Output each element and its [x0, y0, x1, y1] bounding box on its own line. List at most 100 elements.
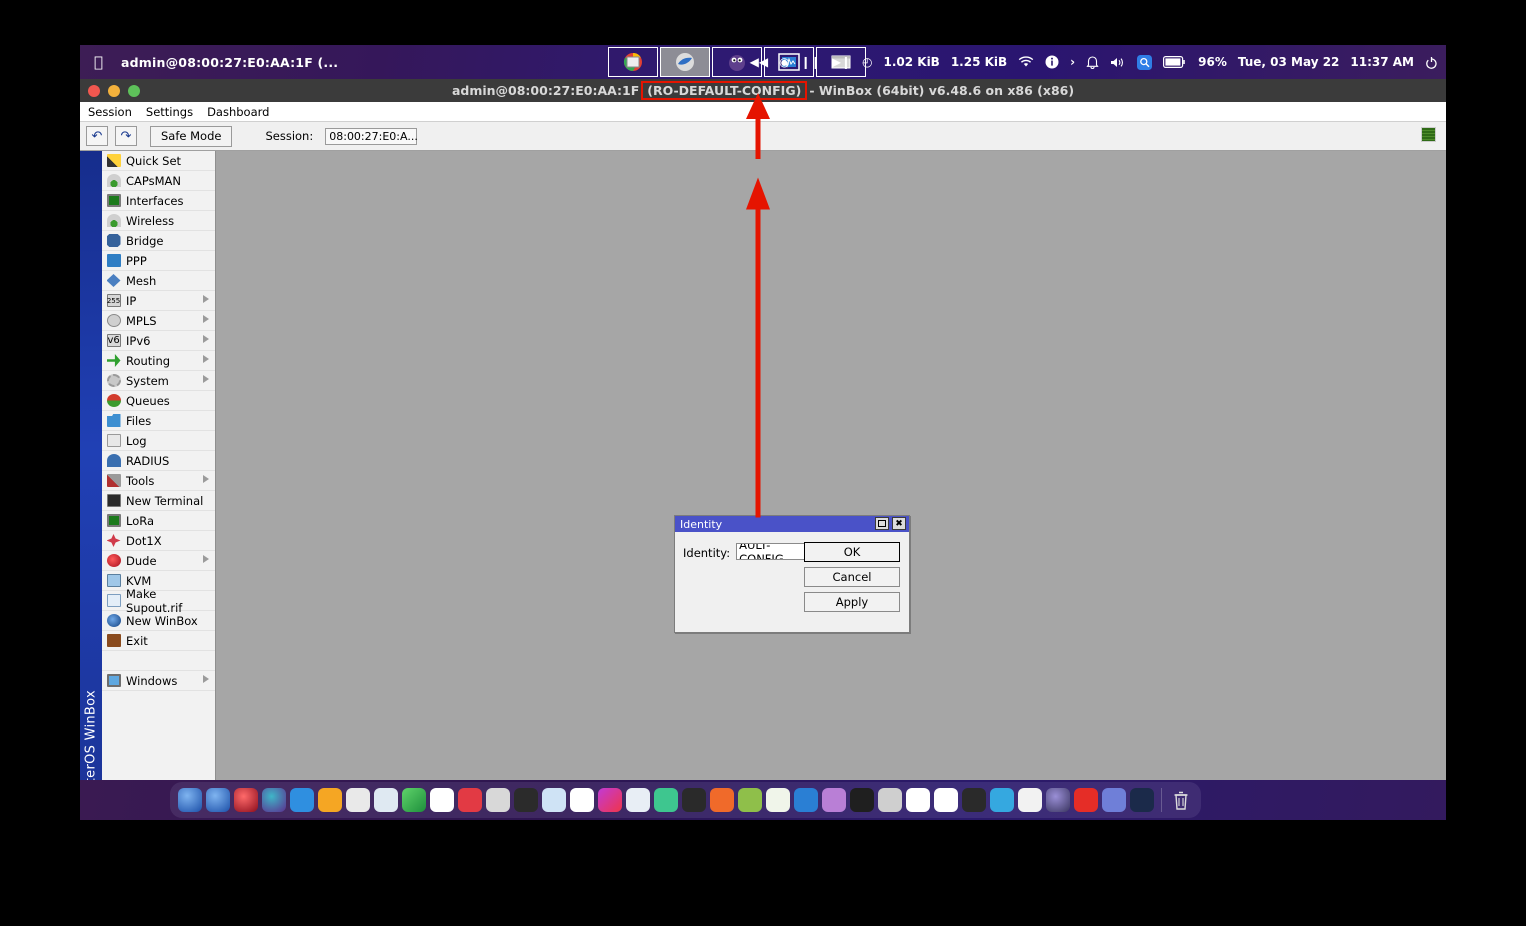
- sidebar-item-mesh[interactable]: Mesh: [102, 271, 215, 291]
- sidebar-item-files[interactable]: Files: [102, 411, 215, 431]
- sidebar-item-windows[interactable]: Windows: [102, 671, 215, 691]
- pause-icon[interactable]: ❙❙: [801, 55, 821, 69]
- sidebar-item-mpls[interactable]: MPLS: [102, 311, 215, 331]
- info-icon[interactable]: [1045, 55, 1059, 69]
- power-icon[interactable]: [1425, 56, 1438, 69]
- close-window-button[interactable]: [88, 85, 100, 97]
- dock-item-compass-icon[interactable]: [738, 788, 762, 812]
- maximize-window-button[interactable]: [128, 85, 140, 97]
- dock-item-hyper-icon[interactable]: [374, 788, 398, 812]
- dock-item-preview-icon[interactable]: [542, 788, 566, 812]
- dock-item-camera-icon[interactable]: [570, 788, 594, 812]
- sidebar-item-new-winbox[interactable]: New WinBox: [102, 611, 215, 631]
- ok-button[interactable]: OK: [804, 542, 900, 562]
- dock-item-github-icon[interactable]: [822, 788, 846, 812]
- redo-icon[interactable]: ↷: [115, 126, 137, 146]
- menu-session[interactable]: Session: [88, 105, 132, 119]
- sidebar-item-ppp[interactable]: PPP: [102, 251, 215, 271]
- dock-item-neovim-icon[interactable]: [766, 788, 790, 812]
- dock-item-keyboard-icon[interactable]: [878, 788, 902, 812]
- volume-icon[interactable]: [1110, 56, 1126, 69]
- sidebar-item-quick-set[interactable]: Quick Set: [102, 151, 215, 171]
- menubar-date[interactable]: Tue, 03 May 22: [1238, 55, 1340, 69]
- dock-item-flame-icon[interactable]: [598, 788, 622, 812]
- cancel-button[interactable]: Cancel: [804, 567, 900, 587]
- sidebar-item-routing[interactable]: Routing: [102, 351, 215, 371]
- sidebar-item-ipv6[interactable]: v6IPv6: [102, 331, 215, 351]
- menu-dashboard[interactable]: Dashboard: [207, 105, 269, 119]
- sidebar-item-dude[interactable]: Dude: [102, 551, 215, 571]
- sidebar-item-bridge[interactable]: Bridge: [102, 231, 215, 251]
- dock-item-chrome-icon[interactable]: [906, 788, 930, 812]
- sidebar-item-label: PPP: [126, 254, 147, 268]
- dock-item-winbox-icon[interactable]: [178, 788, 202, 812]
- dock-item-screens-icon[interactable]: [486, 788, 510, 812]
- dock-item-wireshark-icon[interactable]: [794, 788, 818, 812]
- dock-item-firefox-icon[interactable]: [934, 788, 958, 812]
- menubar-app-chrome-window-icon[interactable]: [608, 47, 658, 77]
- sidebar-item-radius[interactable]: RADIUS: [102, 451, 215, 471]
- sidebar-item-label: New WinBox: [126, 614, 198, 628]
- session-input[interactable]: 08:00:27:E0:A...: [325, 128, 417, 145]
- maximize-icon[interactable]: [875, 517, 889, 530]
- identity-dialog: Identity ✖ Identity: AULT-CONFIG OK: [674, 515, 910, 633]
- dock-item-sublime-merge-icon[interactable]: [458, 788, 482, 812]
- capsman-icon: [106, 174, 121, 188]
- bell-icon[interactable]: [1086, 55, 1099, 69]
- sidebar-item-new-terminal[interactable]: New Terminal: [102, 491, 215, 511]
- next-track-icon[interactable]: ▶❙: [832, 55, 851, 69]
- sidebar-item-wireless[interactable]: Wireless: [102, 211, 215, 231]
- sidebar-item-lora[interactable]: LoRa: [102, 511, 215, 531]
- sidebar-item-dot1x[interactable]: Dot1X: [102, 531, 215, 551]
- record-icon[interactable]: ◉: [779, 55, 789, 69]
- dock-item-intellij-icon[interactable]: [710, 788, 734, 812]
- dock-item-notes-icon[interactable]: [1046, 788, 1070, 812]
- sidebar-item-queues[interactable]: Queues: [102, 391, 215, 411]
- dock-item-telegram-icon[interactable]: [990, 788, 1014, 812]
- minimize-window-button[interactable]: [108, 85, 120, 97]
- dock-item-parallels-icon[interactable]: [290, 788, 314, 812]
- dock-item-vmware-icon[interactable]: [346, 788, 370, 812]
- dock-item-orange-app-icon[interactable]: [318, 788, 342, 812]
- safe-mode-button[interactable]: Safe Mode: [150, 126, 232, 147]
- menubar-app-winbox-icon[interactable]: [660, 47, 710, 77]
- dock-item-gitkraken-icon[interactable]: [262, 788, 286, 812]
- dock-item-lightning-icon[interactable]: [402, 788, 426, 812]
- dock-item-terminal-icon[interactable]: [514, 788, 538, 812]
- dock-item-discord-icon[interactable]: [1102, 788, 1126, 812]
- dock-item-trash-icon[interactable]: [1169, 788, 1193, 812]
- dock-item-redis-icon[interactable]: [234, 788, 258, 812]
- sidebar-item-tools[interactable]: Tools: [102, 471, 215, 491]
- close-icon[interactable]: ✖: [892, 517, 906, 530]
- battery-charging-icon[interactable]: [1163, 56, 1187, 68]
- menubar-time[interactable]: 11:37 AM: [1350, 55, 1414, 69]
- sidebar-item-capsman[interactable]: CAPsMAN: [102, 171, 215, 191]
- sidebar-item-interfaces[interactable]: Interfaces: [102, 191, 215, 211]
- dock-item-whatsapp-icon[interactable]: [1018, 788, 1042, 812]
- wifi-icon[interactable]: [1018, 56, 1034, 68]
- speedometer-icon[interactable]: ◴: [862, 55, 872, 69]
- undo-icon[interactable]: ↶: [86, 126, 108, 146]
- sidebar-item-ip[interactable]: 255IP: [102, 291, 215, 311]
- dock-item-vscode-icon[interactable]: [626, 788, 650, 812]
- dock-item-wifi-manager-icon[interactable]: [430, 788, 454, 812]
- dock-item-figma-icon[interactable]: [850, 788, 874, 812]
- prev-track-icon[interactable]: ◀◀: [750, 55, 768, 69]
- identity-input[interactable]: AULT-CONFIG: [736, 543, 808, 560]
- apply-button[interactable]: Apply: [804, 592, 900, 612]
- dock-item-winbox-2-icon[interactable]: [206, 788, 230, 812]
- dock-item-charles-icon[interactable]: [962, 788, 986, 812]
- dock-item-calculator-icon[interactable]: [1130, 788, 1154, 812]
- dock-item-atom-icon[interactable]: [654, 788, 678, 812]
- apple-logo-icon[interactable]: : [94, 55, 103, 70]
- green-activity-indicator: [1421, 127, 1436, 142]
- sidebar-item-make-supout-rif[interactable]: Make Supout.rif: [102, 591, 215, 611]
- menu-settings[interactable]: Settings: [146, 105, 193, 119]
- sidebar-item-log[interactable]: Log: [102, 431, 215, 451]
- dock-item-sublime-text-icon[interactable]: [682, 788, 706, 812]
- dock-item-youtube-icon[interactable]: [1074, 788, 1098, 812]
- sidebar-item-system[interactable]: System: [102, 371, 215, 391]
- chevron-right-icon[interactable]: ›: [1070, 55, 1075, 69]
- sidebar-item-exit[interactable]: Exit: [102, 631, 215, 651]
- spotlight-icon[interactable]: [1137, 55, 1152, 70]
